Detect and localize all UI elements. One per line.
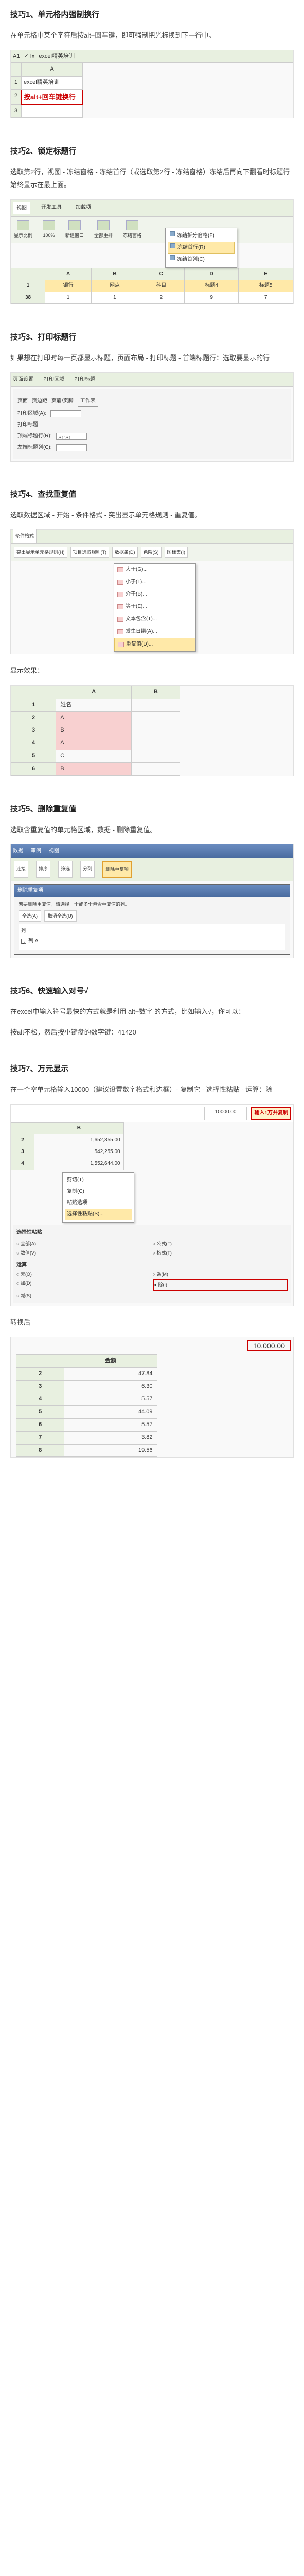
highlight-submenu: 大于(G)... 小于(L)... 介于(B)... 等于(E)... 文本包含… — [114, 563, 196, 652]
tip1-heading: 技巧1、单元格内强制换行 — [10, 8, 294, 22]
context-menu: 剪切(T) 复制(C) 粘贴选项: 选择性粘贴(S)... — [62, 1172, 134, 1223]
date-occurring[interactable]: 发生日期(A)... — [114, 625, 195, 638]
freeze-top-row[interactable]: 冻结首行(R) — [168, 242, 235, 254]
tip1-illustration: A1✓ fxexcel精英培训 A 1excel精英培训 2按alt+回车键换行… — [10, 50, 294, 119]
cond-format-btn[interactable]: 条件格式 — [13, 529, 37, 543]
tip6-body1: 在excel中输入符号最快的方式就是利用 alt+数字 的方式，比如输入√，你可… — [10, 1006, 294, 1019]
sample-grid: ABCDE 1银行网点科目标题4标题5 3811297 — [11, 268, 293, 304]
tip7-body: 在一个空单元格输入10000（建议设置数字格式和边框）- 复制它 - 选择性粘贴… — [10, 1083, 294, 1096]
sort-btn[interactable]: 排序 — [36, 861, 50, 877]
remove-dup-btn[interactable]: 删除重复项 — [102, 861, 132, 877]
data-bars[interactable]: 数据条(D) — [112, 547, 138, 558]
tip2-body: 选取第2行，视图 - 冻结窗格 - 冻结首行（或选取第2行 - 冻结窗格）冻结后… — [10, 166, 294, 191]
duplicate-values[interactable]: 重复值(D)... — [114, 638, 195, 651]
ten-thousand-cell[interactable]: 10000.00 — [204, 1107, 247, 1120]
tab-review[interactable]: 审阅 — [31, 846, 41, 856]
text-to-cols-btn[interactable]: 分列 — [80, 861, 95, 877]
tab-view[interactable]: 视图 — [13, 202, 30, 214]
formula-content: excel精英培训 — [39, 52, 75, 62]
col-checkbox[interactable]: ✓ — [21, 939, 26, 944]
freeze-first-col[interactable]: 冻结首列(C) — [168, 254, 235, 265]
tip7-heading: 技巧7、万元显示 — [10, 1062, 294, 1076]
tab-addins[interactable]: 加载项 — [73, 202, 94, 214]
text-contains[interactable]: 文本包含(T)... — [114, 613, 195, 625]
paste-opts-item[interactable]: 粘贴选项: — [65, 1197, 132, 1209]
remove-dup-dialog: 删除重复项 若要删除重复值，请选择一个或多个包含重复值的列。 全选(A) 取消全… — [14, 884, 290, 955]
page-setup-btn[interactable]: 页面设置 — [13, 375, 33, 384]
cut-item[interactable]: 剪切(T) — [65, 1175, 132, 1186]
connections-btn[interactable]: 连接 — [14, 861, 28, 877]
tip7-result: 10,000.00 金额 247.84 36.30 45.57 544.09 6… — [10, 1337, 294, 1458]
tip6-body2: 按alt不松，然后按小键盘的数字键：41420 — [10, 1026, 294, 1039]
left-col-input[interactable] — [56, 444, 87, 451]
select-all-btn[interactable]: 全选(A) — [19, 910, 41, 922]
freeze-menu: 冻结拆分窗格(F) 冻结首行(R) 冻结首列(C) — [165, 228, 237, 268]
tip3-illustration: 页面设置 打印区域 打印标题 页面页边距页眉/页脚工作表 打印区域(A): 打印… — [10, 372, 294, 462]
highlight-rules[interactable]: 突出显示单元格规则(H) — [14, 547, 67, 558]
filter-btn[interactable]: 筛选 — [58, 861, 73, 877]
between[interactable]: 介于(B)... — [114, 588, 195, 601]
tip5-illustration: 数据 审阅 视图 连接 排序 筛选 分列 删除重复项 删除重复项 若要删除重复值… — [10, 844, 294, 958]
tip3-heading: 技巧3、打印标题行 — [10, 330, 294, 344]
less-than[interactable]: 小于(L)... — [114, 576, 195, 588]
freeze-icon[interactable] — [126, 220, 138, 230]
tip1-body: 在单元格中某个字符后按alt+回车键，即可强制把光标换到下一行中。 — [10, 29, 294, 42]
tip5-body: 选取含重复值的单元格区域，数据 - 删除重复值。 — [10, 824, 294, 837]
print-area-input[interactable] — [50, 410, 81, 417]
page-setup-dialog: 页面页边距页眉/页脚工作表 打印区域(A): 打印标题 顶端标题行(R):$1:… — [13, 389, 291, 459]
cell-ref: A1 — [13, 52, 20, 62]
paste-special-dialog: 选择性粘贴 ○ 全部(A) ○ 公式(F) ○ 数值(V) ○ 格式(T) 运算… — [13, 1225, 291, 1303]
tip7-illustration: 10000.00 输入1万并复制 B 21,652,355.00 3542,25… — [10, 1104, 294, 1306]
print-area-btn[interactable]: 打印区域 — [44, 375, 64, 384]
tab-data[interactable]: 数据 — [13, 846, 23, 856]
equal-to[interactable]: 等于(E)... — [114, 601, 195, 613]
tip4-heading: 技巧4、查找重复值 — [10, 487, 294, 501]
zoom-icon[interactable] — [17, 220, 29, 230]
after-label: 转换后 — [10, 1316, 294, 1329]
tip4-result: AB 1姓名 2A 3B 4A 5C 6B — [10, 685, 294, 776]
unselect-all-btn[interactable]: 取消全选(U) — [44, 910, 77, 922]
hundred-icon[interactable] — [43, 220, 55, 230]
result-label: 显示效果： — [10, 665, 294, 677]
tip3-body: 如果想在打印时每一页都显示标题，页面布局 - 打印标题 - 首端标题行：选取要显… — [10, 352, 294, 365]
divide-option[interactable]: ● 除(I) — [153, 1279, 288, 1291]
top-row-input[interactable]: $1:$1 — [56, 433, 87, 440]
tip4-illustration: 条件格式 突出显示单元格规则(H) 项目选取规则(T) 数据条(D) 色阶(S)… — [10, 529, 294, 654]
cell-a1[interactable]: excel精英培训 — [21, 76, 83, 90]
tip5-heading: 技巧5、删除重复值 — [10, 802, 294, 816]
tab-view2[interactable]: 视图 — [49, 846, 59, 856]
paste-special-item[interactable]: 选择性粘贴(S)... — [65, 1209, 132, 1220]
greater-than[interactable]: 大于(G)... — [114, 564, 195, 576]
callout-label: 输入1万并复制 — [251, 1107, 291, 1120]
newwin-icon[interactable] — [68, 220, 81, 230]
color-scales[interactable]: 色阶(S) — [141, 547, 162, 558]
copy-item[interactable]: 复制(C) — [65, 1186, 132, 1197]
tab-dev[interactable]: 开发工具 — [38, 202, 65, 214]
tip2-heading: 技巧2、锁定标题行 — [10, 144, 294, 158]
tip2-illustration: 视图 开发工具 加载项 显示比例 100% 新建窗口 全部重排 冻结窗格 冻结拆… — [10, 199, 294, 304]
icon-sets[interactable]: 图标集(I) — [165, 547, 188, 558]
top-bottom-rules[interactable]: 项目选取规则(T) — [70, 547, 110, 558]
arrange-icon[interactable] — [97, 220, 110, 230]
callout: 按alt+回车键换行 — [21, 90, 83, 105]
tip6-heading: 技巧6、快速输入对号√ — [10, 984, 294, 998]
freeze-split[interactable]: 冻结拆分窗格(F) — [168, 230, 235, 242]
tip4-body: 选取数据区域 - 开始 - 条件格式 - 突出显示单元格规则 - 重复值。 — [10, 509, 294, 522]
print-titles-btn[interactable]: 打印标题 — [75, 375, 95, 384]
